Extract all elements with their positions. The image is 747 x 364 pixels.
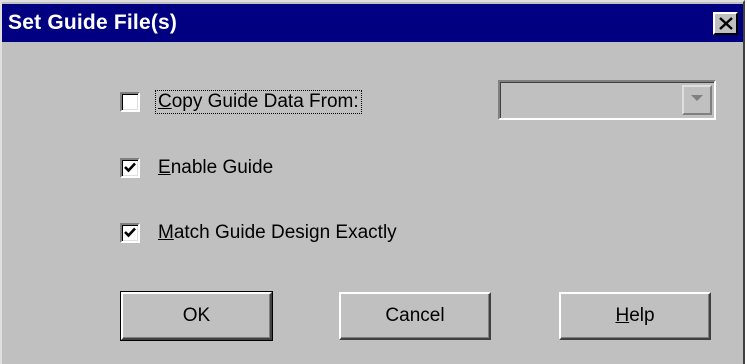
match-design-label: Match Guide Design Exactly	[156, 222, 399, 244]
copy-guide-option[interactable]: Copy Guide Data From:	[120, 89, 362, 115]
match-design-option[interactable]: Match Guide Design Exactly	[120, 220, 399, 246]
chevron-down-icon	[691, 95, 703, 101]
cancel-button[interactable]: Cancel	[339, 292, 491, 340]
title-bar: Set Guide File(s)	[2, 4, 743, 42]
enable-guide-option[interactable]: Enable Guide	[120, 155, 275, 181]
match-design-checkbox[interactable]	[120, 223, 140, 243]
enable-guide-label-text: nable Guide	[170, 157, 274, 178]
copy-source-combo[interactable]	[498, 80, 716, 120]
enable-guide-checkbox[interactable]	[120, 158, 140, 178]
copy-guide-checkbox[interactable]	[120, 92, 140, 112]
dialog-title: Set Guide File(s)	[8, 11, 178, 34]
enable-guide-mnemonic: E	[158, 157, 171, 178]
enable-guide-label: Enable Guide	[156, 157, 275, 179]
copy-guide-label-text: opy Guide Data From:	[171, 91, 359, 112]
help-label-text: elp	[629, 305, 655, 326]
copy-guide-label: Copy Guide Data From:	[155, 90, 362, 114]
match-design-label-text: atch Guide Design Exactly	[173, 222, 397, 243]
checkmark-icon	[124, 227, 136, 238]
help-button[interactable]: Help	[559, 292, 711, 340]
close-icon	[719, 17, 733, 30]
ok-button[interactable]: OK	[120, 291, 273, 341]
close-button[interactable]	[713, 12, 738, 35]
match-design-mnemonic: M	[158, 222, 174, 243]
help-mnemonic: H	[615, 305, 630, 326]
set-guide-dialog: Set Guide File(s) Copy Guide Data From: …	[0, 0, 745, 364]
combo-dropdown-button[interactable]	[682, 85, 712, 115]
copy-guide-mnemonic: C	[158, 91, 172, 112]
checkmark-icon	[124, 162, 136, 173]
